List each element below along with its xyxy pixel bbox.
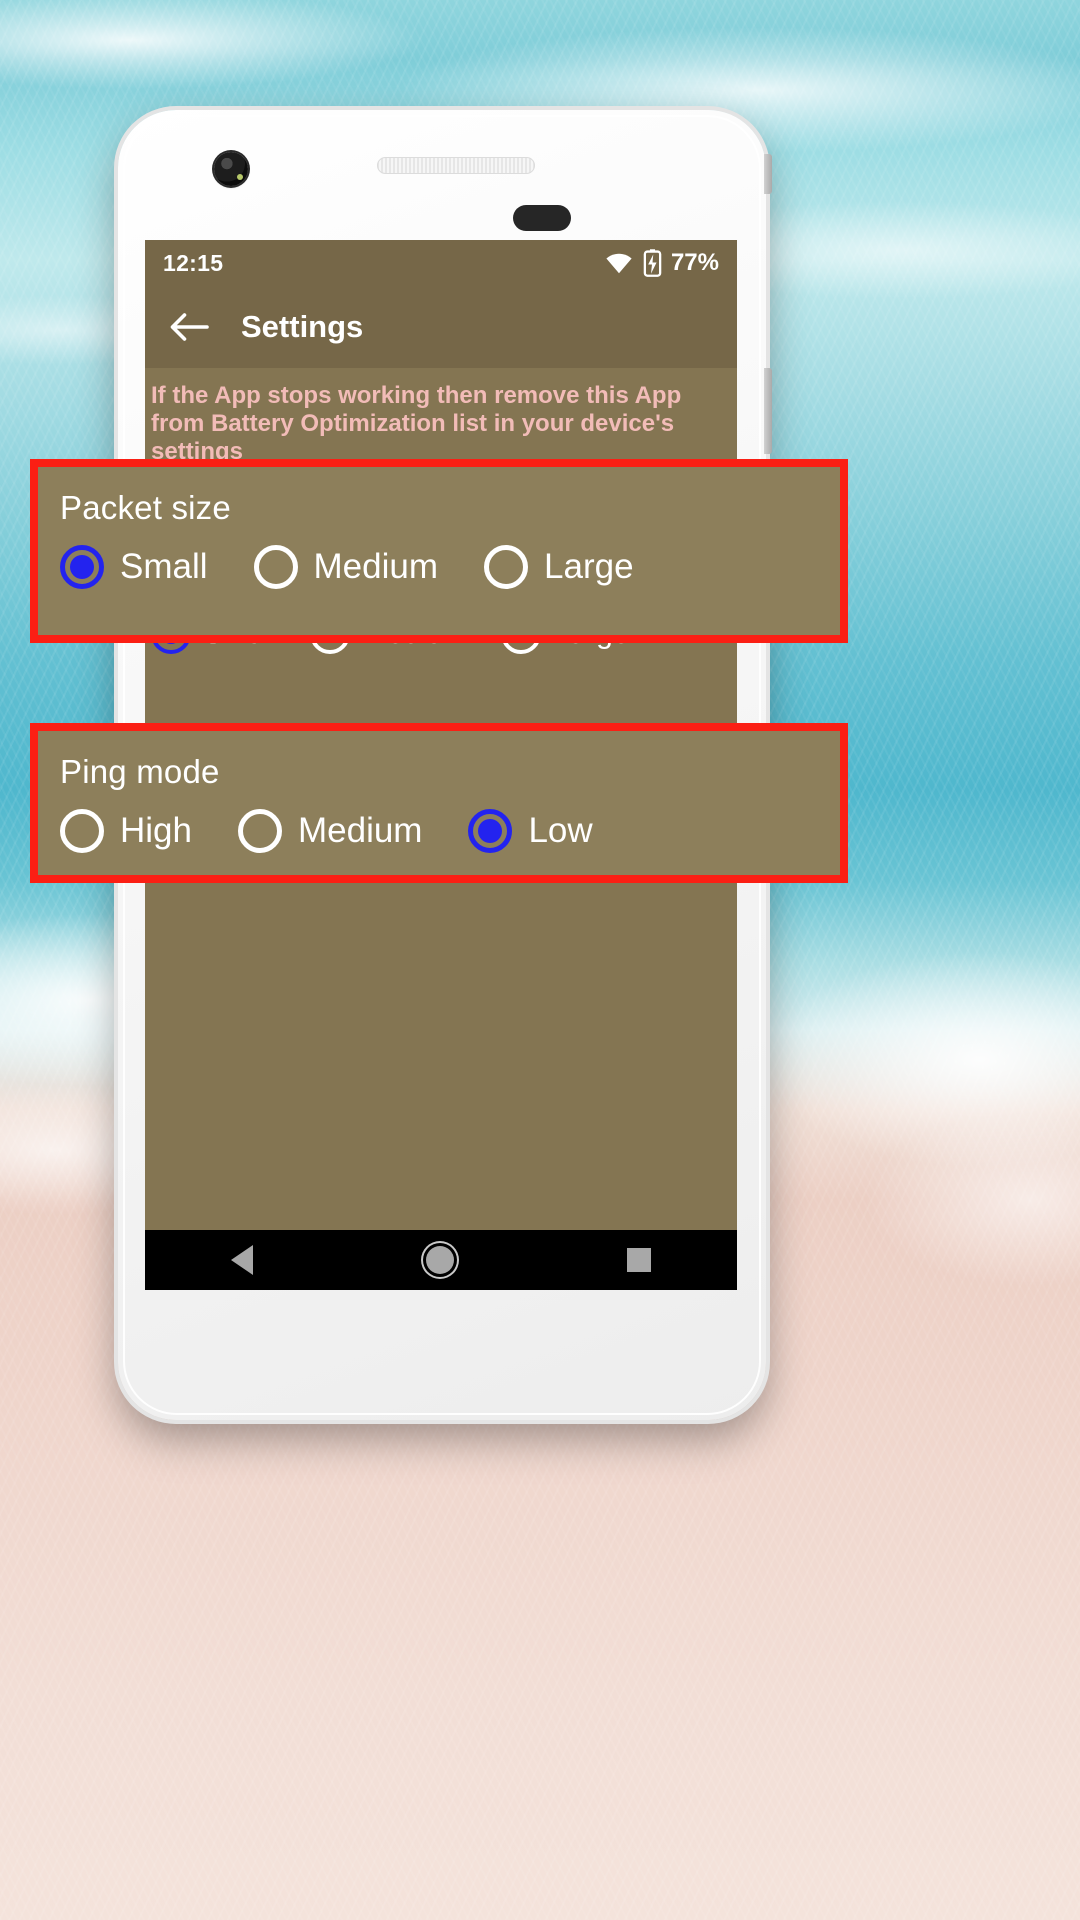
nav-home-icon[interactable] xyxy=(425,1246,454,1274)
packet-size-callout-panel: Packet size Small Medium Large xyxy=(38,467,840,635)
power-button[interactable] xyxy=(764,154,772,194)
nav-recent-icon[interactable] xyxy=(626,1248,651,1272)
callout-radio-option-high[interactable]: High xyxy=(60,809,192,853)
callout-radio-option-medium[interactable]: Medium xyxy=(253,545,439,589)
app-bar: Settings xyxy=(145,286,737,368)
callout-radio-label-large: Large xyxy=(544,547,634,586)
status-bar-icons: 77% xyxy=(604,249,719,277)
callout-packet-size-title: Packet size xyxy=(60,489,231,526)
callout-radio-icon-small[interactable] xyxy=(60,545,104,589)
battery-charging-icon xyxy=(643,249,662,277)
callout-packet-size-radio-group: Small Medium Large xyxy=(38,527,840,589)
earpiece-speaker xyxy=(377,157,535,174)
callout-radio-icon-high[interactable] xyxy=(60,809,104,853)
callout-radio-label-small: Small xyxy=(120,547,208,586)
callout-radio-option-large[interactable]: Large xyxy=(484,545,634,589)
ping-mode-callout-panel: Ping mode High Medium Low xyxy=(38,731,840,875)
android-navigation-bar xyxy=(145,1230,737,1290)
callout-ping-mode-radio-group: High Medium Low xyxy=(38,791,840,853)
battery-percentage: 77% xyxy=(670,249,719,276)
callout-radio-icon-medium[interactable] xyxy=(253,545,298,589)
nav-back-icon[interactable] xyxy=(231,1245,254,1275)
callout-radio-option-ping-medium[interactable]: Medium xyxy=(237,809,423,853)
front-camera-icon xyxy=(214,152,248,186)
callout-radio-option-small[interactable]: Small xyxy=(60,545,208,589)
callout-radio-icon-large[interactable] xyxy=(484,545,529,589)
callout-radio-label-low: Low xyxy=(528,811,593,850)
status-bar-clock: 12:15 xyxy=(163,249,224,276)
callout-radio-label-ping-medium: Medium xyxy=(297,811,423,850)
callout-radio-icon-low[interactable] xyxy=(468,809,513,853)
volume-button[interactable] xyxy=(764,368,772,454)
callout-ping-mode-title: Ping mode xyxy=(60,753,220,790)
status-bar: 12:15 77% xyxy=(145,240,737,286)
callout-radio-label-high: High xyxy=(120,811,192,850)
callout-radio-option-low[interactable]: Low xyxy=(468,809,593,853)
page-title: Settings xyxy=(241,309,364,344)
callout-radio-icon-ping-medium[interactable] xyxy=(237,809,282,853)
back-arrow-icon[interactable] xyxy=(169,312,209,342)
proximity-sensor xyxy=(513,205,571,231)
battery-optimization-warning: If the App stops working then remove thi… xyxy=(151,382,682,465)
callout-radio-label-medium: Medium xyxy=(313,547,439,586)
wifi-icon xyxy=(606,253,632,274)
